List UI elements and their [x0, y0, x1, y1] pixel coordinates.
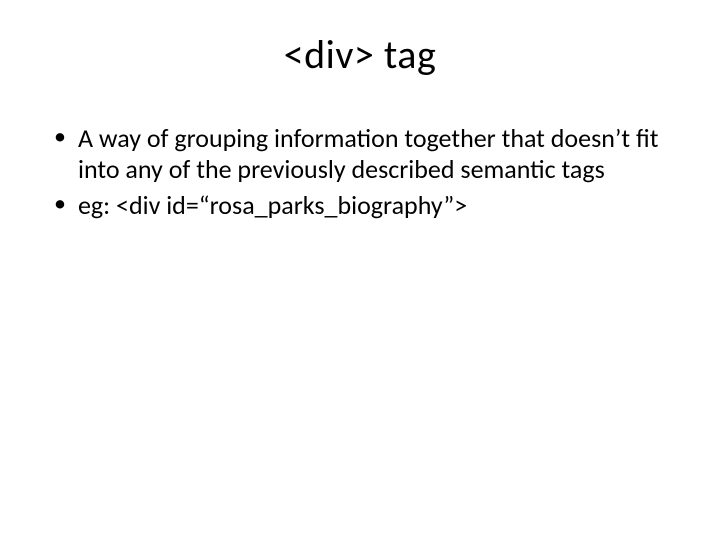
list-item: A way of grouping information together t… — [74, 123, 672, 184]
list-item: eg: <div id=“rosa_parks_biography”> — [74, 190, 672, 221]
slide-title: <div> tag — [48, 30, 672, 79]
bullet-list: A way of grouping information together t… — [48, 123, 672, 221]
